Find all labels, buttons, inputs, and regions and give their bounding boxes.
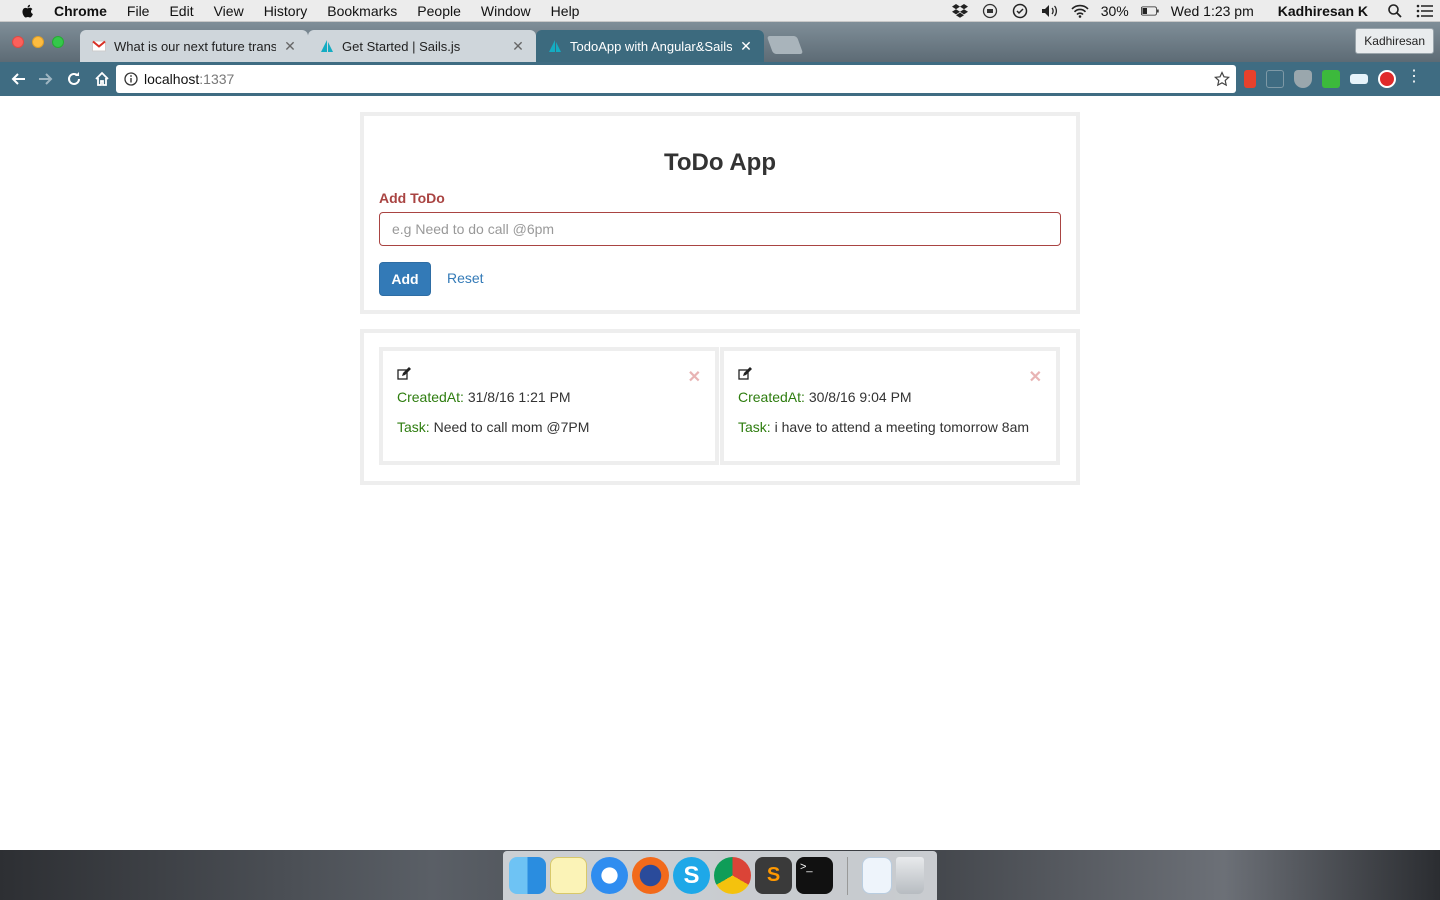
close-tab-icon[interactable]: ✕ xyxy=(740,38,752,55)
back-icon[interactable] xyxy=(8,69,28,89)
battery-percent: 30% xyxy=(1100,2,1129,19)
trash-icon[interactable] xyxy=(896,857,924,894)
dropbox-icon[interactable] xyxy=(951,3,969,19)
forward-icon[interactable] xyxy=(36,69,56,89)
adblock-extension-icon[interactable] xyxy=(1378,70,1396,88)
new-tab-button[interactable] xyxy=(766,36,804,54)
apple-icon[interactable] xyxy=(20,3,36,19)
notes-icon[interactable] xyxy=(550,857,587,894)
created-at-value: 31/8/16 1:21 PM xyxy=(467,389,571,405)
todo-card: ✕ CreatedAt: 31/8/16 1:21 PM Task: Need … xyxy=(379,347,719,465)
bookmark-star-icon[interactable] xyxy=(1214,71,1230,87)
tab-strip: What is our next future transa ✕ Get Sta… xyxy=(0,22,1440,62)
page-viewport: ToDo App Add ToDo Add Reset ✕ CreatedAt:… xyxy=(0,96,1440,850)
profile-button[interactable]: Kadhiresan xyxy=(1355,28,1434,54)
reload-icon[interactable] xyxy=(64,69,84,89)
extension-icons: ⋮ xyxy=(1244,69,1422,88)
menu-app-name[interactable]: Chrome xyxy=(54,3,107,19)
sublime-text-icon[interactable]: S xyxy=(755,857,792,894)
terminal-icon[interactable]: >_ xyxy=(796,857,833,894)
browser-toolbar: localhost:1337 ⋮ xyxy=(0,62,1440,96)
menu-people[interactable]: People xyxy=(417,3,461,19)
tab-todoapp[interactable]: TodoApp with Angular&Sails J ✕ xyxy=(536,30,764,62)
battery-icon[interactable] xyxy=(1140,3,1159,19)
created-at-label: CreatedAt: xyxy=(397,389,464,405)
menu-file[interactable]: File xyxy=(127,3,150,19)
url-port: :1337 xyxy=(199,71,235,87)
menu-edit[interactable]: Edit xyxy=(169,3,193,19)
todo-input[interactable] xyxy=(379,212,1061,246)
url-host: localhost xyxy=(144,71,200,87)
created-at-row: CreatedAt: 31/8/16 1:21 PM xyxy=(397,389,571,405)
notification-center-icon[interactable] xyxy=(1416,3,1434,19)
tab-title: TodoApp with Angular&Sails J xyxy=(570,38,732,54)
tab-sails-get-started[interactable]: Get Started | Sails.js ✕ xyxy=(308,30,536,62)
task-label: Task: xyxy=(397,419,430,435)
menu-bookmarks[interactable]: Bookmarks xyxy=(327,3,397,19)
volume-icon[interactable] xyxy=(1041,3,1059,19)
gmail-icon xyxy=(92,40,106,52)
close-tab-icon[interactable]: ✕ xyxy=(284,38,296,55)
edit-icon[interactable] xyxy=(397,367,411,381)
sails-icon xyxy=(549,40,561,52)
finder-icon[interactable] xyxy=(509,857,546,894)
reset-link[interactable]: Reset xyxy=(447,270,484,286)
skype-icon[interactable]: S xyxy=(673,857,710,894)
tab-title: Get Started | Sails.js xyxy=(342,38,461,54)
camera-icon[interactable] xyxy=(981,3,999,19)
status-area: 30% Wed 1:23 pm Kadhiresan K xyxy=(945,0,1440,22)
window-controls xyxy=(12,36,64,48)
clock[interactable]: Wed 1:23 pm xyxy=(1171,3,1254,19)
menu-view[interactable]: View xyxy=(214,3,244,19)
dock-separator xyxy=(847,856,848,895)
delete-icon[interactable]: ✕ xyxy=(1029,367,1042,387)
spotlight-search-icon[interactable] xyxy=(1386,3,1404,19)
home-icon[interactable] xyxy=(92,69,112,89)
cors-extension-icon[interactable] xyxy=(1322,70,1340,88)
dock: S S >_ xyxy=(503,851,937,900)
pocket-extension-icon[interactable] xyxy=(1294,70,1312,88)
app-title: ToDo App xyxy=(664,149,776,176)
created-at-label: CreatedAt: xyxy=(738,389,805,405)
wifi-icon[interactable] xyxy=(1071,3,1089,19)
add-todo-panel: ToDo App Add ToDo Add Reset xyxy=(360,112,1080,314)
task-value: Need to call mom @7PM xyxy=(433,419,590,435)
add-button[interactable]: Add xyxy=(379,262,431,296)
task-label: Task: xyxy=(738,419,771,435)
firefox-icon[interactable] xyxy=(632,857,669,894)
menu-history[interactable]: History xyxy=(264,3,308,19)
maximize-window-button[interactable] xyxy=(52,36,64,48)
menu-window[interactable]: Window xyxy=(481,3,531,19)
info-icon[interactable] xyxy=(124,72,138,86)
check-circle-icon[interactable] xyxy=(1011,3,1029,19)
recycle-extension-icon[interactable] xyxy=(1266,70,1284,88)
task-row: Task: i have to attend a meeting tomorro… xyxy=(738,419,1029,435)
sails-icon xyxy=(321,40,333,52)
task-value: i have to attend a meeting tomorrow 8am xyxy=(774,419,1030,435)
macos-menu-bar: Chrome File Edit View History Bookmarks … xyxy=(0,0,1440,22)
tab-title: What is our next future transa xyxy=(114,38,276,54)
edit-icon[interactable] xyxy=(738,367,752,381)
created-at-value: 30/8/16 9:04 PM xyxy=(808,389,912,405)
tab-gmail[interactable]: What is our next future transa ✕ xyxy=(80,30,308,62)
documents-icon[interactable] xyxy=(862,857,892,894)
add-todo-label: Add ToDo xyxy=(379,190,445,206)
created-at-row: CreatedAt: 30/8/16 9:04 PM xyxy=(738,389,912,405)
minimize-window-button[interactable] xyxy=(32,36,44,48)
chrome-icon[interactable] xyxy=(714,857,751,894)
close-window-button[interactable] xyxy=(12,36,24,48)
task-row: Task: Need to call mom @7PM xyxy=(397,419,589,435)
safari-icon[interactable] xyxy=(591,857,628,894)
delete-icon[interactable]: ✕ xyxy=(688,367,701,387)
bookmark-extension-icon[interactable] xyxy=(1244,70,1256,88)
todo-card: ✕ CreatedAt: 30/8/16 9:04 PM Task: i hav… xyxy=(720,347,1060,465)
address-bar[interactable]: localhost:1337 xyxy=(116,65,1236,93)
chrome-menu-icon[interactable]: ⋮ xyxy=(1406,69,1422,88)
close-tab-icon[interactable]: ✕ xyxy=(512,38,524,55)
menu-help[interactable]: Help xyxy=(551,3,580,19)
todo-list-panel: ✕ CreatedAt: 31/8/16 1:21 PM Task: Need … xyxy=(360,329,1080,485)
window-extension-icon[interactable] xyxy=(1350,74,1368,84)
user-name[interactable]: Kadhiresan K xyxy=(1278,3,1368,19)
